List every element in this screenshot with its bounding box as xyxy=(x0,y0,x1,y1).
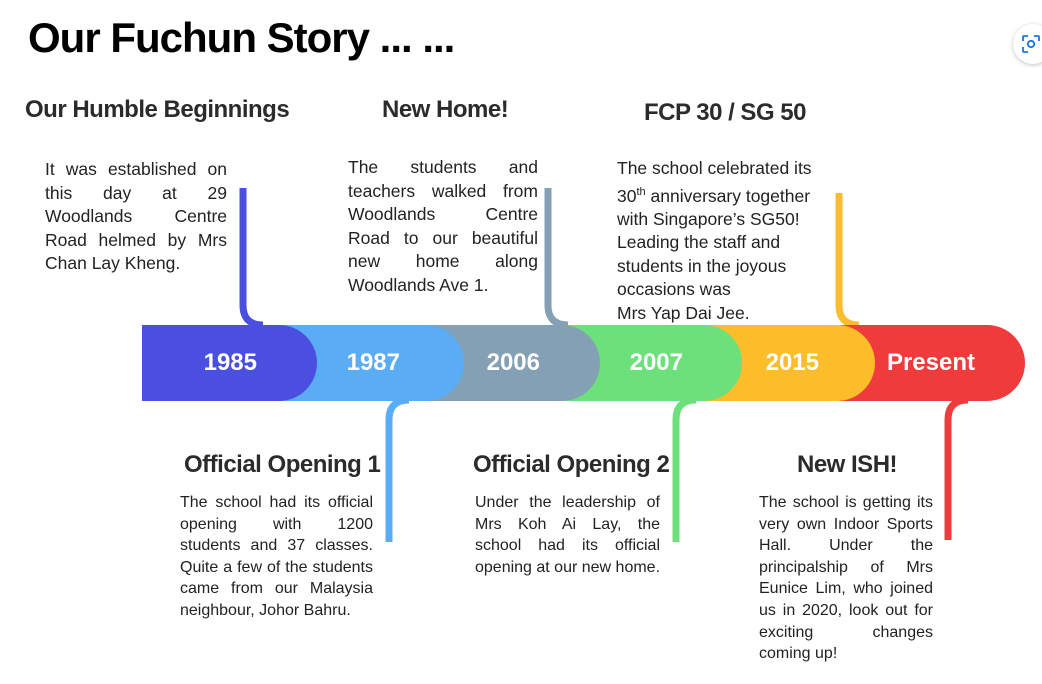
fcp30-line-7: Mrs Yap Dai Jee. xyxy=(617,302,750,323)
desc-fcp30-sg50: The school celebrated its 30th anniversa… xyxy=(617,157,839,325)
connector-1987 xyxy=(385,396,410,542)
fcp30-line-1: The school celebrated its xyxy=(617,158,812,178)
connector-2007 xyxy=(672,396,697,542)
desc-official-opening-1: The school had its official opening with… xyxy=(180,494,373,619)
heading-official-opening-2: Official Opening 2 xyxy=(473,451,670,478)
connector-1985 xyxy=(239,188,264,329)
desc-official-opening-2: Under the leadership of Mrs Koh Ai Lay, … xyxy=(475,494,661,576)
fcp30-line-4: Leading the staff and xyxy=(617,232,781,253)
desc-new-home: The students and teachers walked from Wo… xyxy=(348,157,538,295)
fcp30-line-2: 30th anniversary together xyxy=(617,185,811,206)
lens-scan-icon xyxy=(1022,35,1040,53)
fcp30-line-5: students in the joyous xyxy=(617,255,787,276)
heading-official-opening-1: Official Opening 1 xyxy=(184,451,381,478)
segment-1987-label: 1987 xyxy=(346,349,400,376)
segment-1985: 1985 xyxy=(142,325,317,401)
segment-2007-label: 2007 xyxy=(629,349,683,376)
segment-1985-label: 1985 xyxy=(203,349,257,376)
segment-present-label: Present xyxy=(886,349,975,376)
segment-2006-label: 2006 xyxy=(486,349,540,376)
desc-humble-beginnings: It was established on this day at 29 Woo… xyxy=(45,159,227,273)
connector-2006 xyxy=(544,188,569,329)
connector-present xyxy=(944,396,969,540)
heading-humble-beginnings: Our Humble Beginnings xyxy=(25,96,290,123)
connector-2015 xyxy=(835,193,860,329)
segment-2015-label: 2015 xyxy=(765,349,819,376)
fcp30-line-3: with Singapore’s SG50! xyxy=(617,208,800,229)
heading-new-home: New Home! xyxy=(382,96,509,123)
fcp30-line-6: occasions was xyxy=(617,279,731,300)
heading-new-ish: New ISH! xyxy=(797,451,898,478)
heading-fcp30-sg50: FCP 30 / SG 50 xyxy=(644,99,806,126)
desc-new-ish: The school is getting its very own Indoo… xyxy=(759,494,933,663)
